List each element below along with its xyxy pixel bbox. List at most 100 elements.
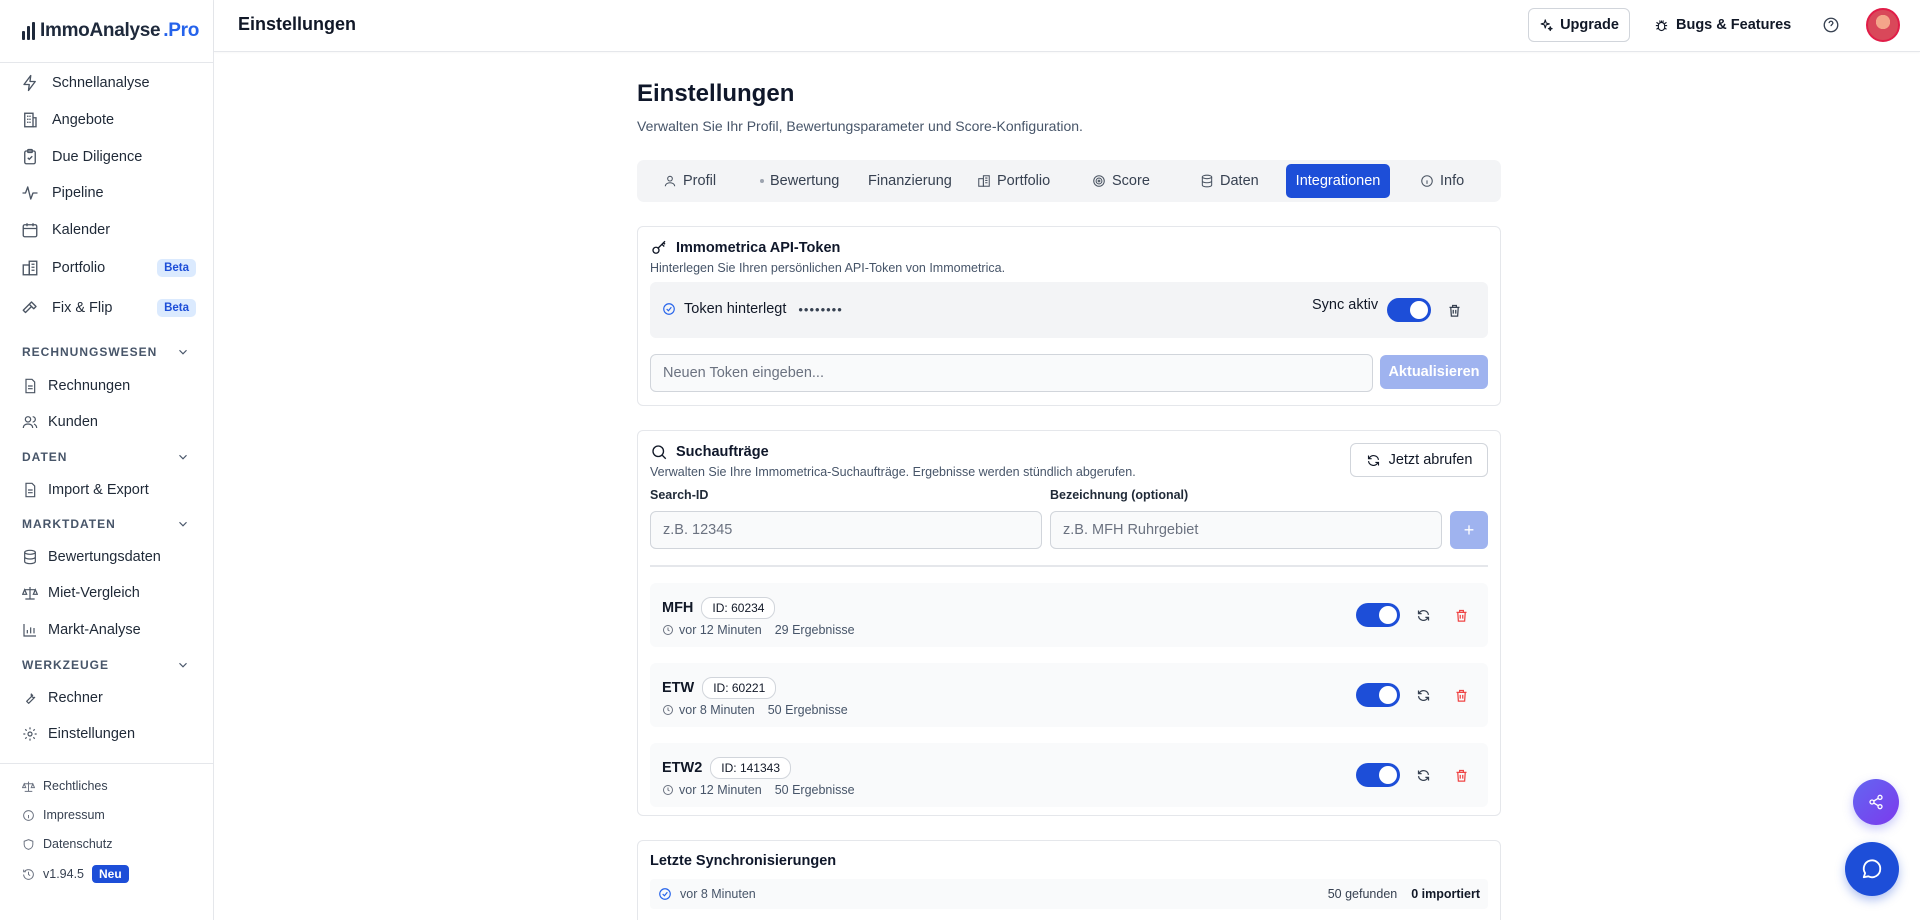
main-content: Einstellungen Verwalten Sie Ihr Profil, … (637, 80, 1501, 920)
tab-finanzierung[interactable]: Finanzierung (858, 164, 962, 198)
section-werkzeuge[interactable]: Werkzeuge (22, 658, 190, 672)
refresh-icon (1367, 454, 1379, 466)
share-button[interactable] (1853, 779, 1899, 825)
help-icon[interactable] (1822, 16, 1840, 34)
refresh-icon (1417, 689, 1429, 701)
tab-portfolio[interactable]: Portfolio (967, 164, 1060, 198)
avatar[interactable] (1866, 8, 1900, 42)
search-order-id-badge: ID: 60221 (702, 677, 777, 699)
sidebar-item-rechner[interactable]: Rechner (22, 683, 192, 713)
sparkles-icon (1540, 18, 1553, 31)
logo-divider (0, 62, 214, 63)
refresh-search-order-button[interactable] (1413, 605, 1433, 625)
clock-icon (663, 625, 673, 635)
section-daten[interactable]: Daten (22, 450, 190, 464)
refresh-search-order-button[interactable] (1413, 765, 1433, 785)
history-icon (23, 868, 34, 880)
building-icon (20, 110, 40, 130)
tab-daten[interactable]: Daten (1190, 164, 1269, 198)
topbar-title: Einstellungen (238, 14, 357, 34)
sidebar-item-schnellanalyse[interactable]: Schnellanalyse (20, 67, 196, 99)
logo-suffix: .Pro (163, 20, 200, 41)
search-order-row: MFH ID: 60234 vor 12 Minuten 29 Ergebnis… (650, 583, 1488, 647)
api-token-card: Immometrica API-Token Hinterlegen Sie Ih… (637, 226, 1501, 406)
sync-toggle[interactable] (1387, 298, 1431, 322)
search-order-row: ETW2 ID: 141343 vor 12 Minuten 50 Ergebn… (650, 743, 1488, 807)
sync-history-title: Letzte Synchronisierungen (650, 853, 837, 869)
delete-search-order-button[interactable] (1451, 605, 1471, 625)
section-marktdaten[interactable]: Marktdaten (22, 517, 190, 531)
footer-link-datenschutz[interactable]: Datenschutz (22, 832, 112, 856)
delete-search-order-button[interactable] (1451, 685, 1471, 705)
refresh-search-order-button[interactable] (1413, 685, 1433, 705)
users-icon (22, 414, 38, 430)
share-icon (1869, 794, 1883, 810)
sync-history-card: Letzte Synchronisierungen vor 8 Minuten … (637, 840, 1501, 920)
sidebar-item-import-export[interactable]: Import & Export (22, 475, 192, 505)
tab-bewertung[interactable]: Bewertung (750, 164, 849, 198)
sidebar-footer-divider (0, 763, 214, 764)
file-icon (22, 378, 38, 394)
search-order-name: ETW (662, 680, 695, 696)
tab-integrationen[interactable]: Integrationen (1286, 164, 1390, 198)
shield-icon (23, 838, 34, 850)
sidebar-item-pipeline[interactable]: Pipeline (20, 177, 196, 209)
search-order-toggle[interactable] (1356, 763, 1400, 787)
sidebar-item-angebote[interactable]: Angebote (20, 104, 196, 136)
tab-info[interactable]: Info (1410, 164, 1474, 198)
api-token-description: Hinterlegen Sie Ihren persönlichen API-T… (650, 261, 1006, 275)
refresh-icon (1417, 769, 1429, 781)
app-logo[interactable]: ImmoAnalyse .Pro (22, 20, 199, 42)
sidebar-item-bewertungsdaten[interactable]: Bewertungsdaten (22, 542, 192, 572)
search-order-toggle[interactable] (1356, 603, 1400, 627)
search-orders-title: Suchaufträge (650, 443, 769, 461)
file-icon (22, 482, 38, 498)
name-input[interactable] (1050, 511, 1442, 549)
footer-link-impressum[interactable]: Impressum (22, 803, 105, 827)
info-icon (23, 809, 34, 821)
sidebar-item-due-diligence[interactable]: Due Diligence (20, 141, 196, 173)
search-orders-description: Verwalten Sie Ihre Immometrica-Suchauftr… (650, 465, 1136, 479)
fetch-now-button[interactable]: Jetzt abrufen (1350, 443, 1488, 477)
sidebar-item-markt-analyse[interactable]: Markt-Analyse (22, 615, 192, 645)
sidebar-item-fix-flip[interactable]: Fix & Flip Beta (20, 292, 196, 324)
footer-version[interactable]: v1.94.5 Neu (22, 862, 129, 886)
search-id-label: Search-ID (650, 488, 709, 502)
update-token-button[interactable]: Aktualisieren (1380, 355, 1488, 389)
delete-token-button[interactable] (1444, 300, 1464, 320)
clock-icon (663, 785, 673, 795)
result-count: 29 Ergebnisse (774, 623, 855, 637)
clock-icon (663, 705, 673, 715)
new-token-input[interactable] (650, 354, 1373, 392)
delete-search-order-button[interactable] (1451, 765, 1471, 785)
buildings-icon (978, 175, 990, 187)
target-icon (1093, 175, 1105, 187)
chat-button[interactable] (1845, 842, 1899, 896)
bugs-features-button[interactable]: Bugs & Features (1654, 8, 1791, 42)
search-id-input[interactable] (650, 511, 1042, 549)
sidebar-item-kunden[interactable]: Kunden (22, 407, 192, 437)
sidebar-item-kalender[interactable]: Kalender (20, 214, 196, 246)
footer-link-rechtliches[interactable]: Rechtliches (22, 774, 108, 798)
trash-icon (1456, 609, 1466, 622)
search-order-toggle[interactable] (1356, 683, 1400, 707)
sidebar-item-rechnungen[interactable]: Rechnungen (22, 371, 192, 401)
upgrade-button[interactable]: Upgrade (1528, 8, 1630, 42)
page-title: Einstellungen (637, 80, 795, 107)
sync-found: 50 gefunden (1327, 887, 1398, 901)
tab-score[interactable]: Score (1082, 164, 1160, 198)
search-orders-card: Suchaufträge Verwalten Sie Ihre Immometr… (637, 430, 1501, 816)
bug-icon (1655, 19, 1668, 31)
chevron-down-icon (179, 454, 187, 460)
search-order-row: ETW ID: 60221 vor 8 Minuten 50 Ergebniss… (650, 663, 1488, 727)
chat-icon (1862, 859, 1882, 879)
sidebar-item-miet-vergleich[interactable]: Miet-Vergleich (22, 578, 192, 608)
tab-profil[interactable]: Profil (653, 164, 726, 198)
result-count: 50 Ergebnisse (767, 703, 848, 717)
section-rechnungswesen[interactable]: Rechnungswesen (22, 345, 190, 359)
sidebar-item-portfolio[interactable]: Portfolio Beta (20, 252, 196, 284)
refresh-icon (1417, 609, 1429, 621)
sidebar-item-einstellungen[interactable]: Einstellungen (22, 719, 192, 749)
clipboard-icon (20, 147, 40, 167)
add-search-order-button[interactable]: + (1450, 511, 1488, 549)
